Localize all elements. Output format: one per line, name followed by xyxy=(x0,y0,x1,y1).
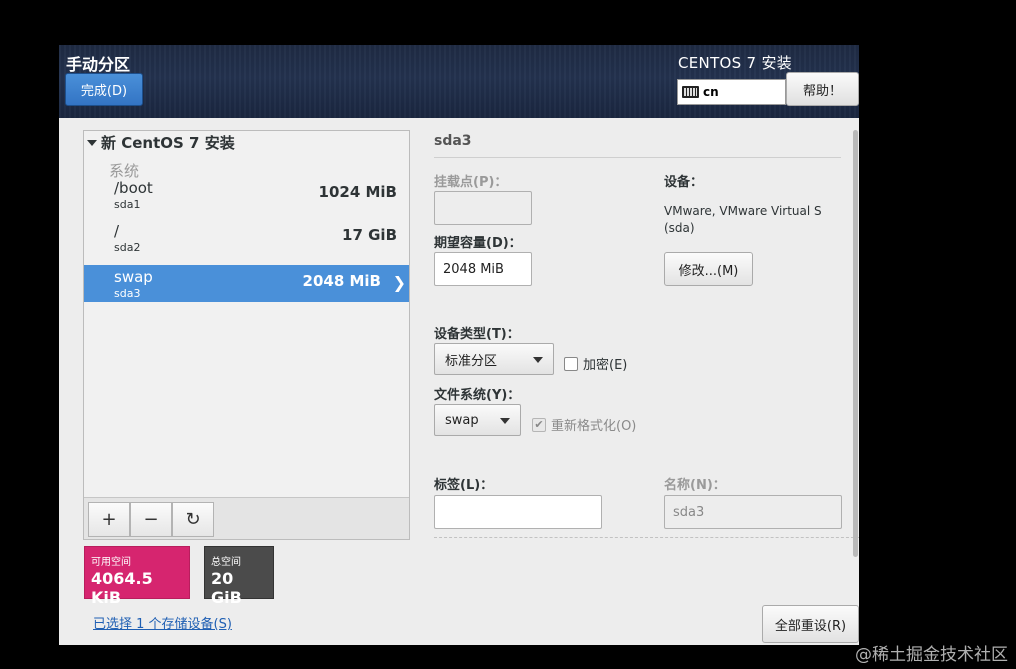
filesystem-dropdown[interactable]: swap xyxy=(434,404,521,436)
device-label: 设备： xyxy=(664,175,704,190)
name-field[interactable]: sda3 xyxy=(664,495,842,529)
desired-capacity-label: 期望容量(D)： xyxy=(434,236,522,251)
name-label: 名称(N)： xyxy=(664,478,726,493)
available-space-badge: 可用空间 4064.5 KiB xyxy=(84,546,190,607)
available-space-value: 4064.5 KiB xyxy=(91,569,153,607)
page-title: 手动分区 xyxy=(66,55,131,74)
keyboard-icon xyxy=(682,86,699,98)
installer-window: 手动分区 完成(D) CENTOS 7 安装 cn 帮助！ 新 CentOS 7… xyxy=(59,45,859,645)
device-type-dropdown[interactable]: 标准分区 xyxy=(434,343,554,375)
remove-partition-button[interactable]: − xyxy=(130,502,172,537)
desired-capacity-field[interactable]: 2048 MiB xyxy=(434,252,532,286)
add-partition-button[interactable]: + xyxy=(88,502,130,537)
mount-point-boot[interactable]: /boot sda1 1024 MiB xyxy=(84,176,409,213)
watermark: @稀土掘金技术社区 xyxy=(855,645,1008,665)
device-description: VMware, VMware Virtual S (sda) xyxy=(664,203,844,237)
divider xyxy=(434,537,859,538)
mount-point-name: swap xyxy=(114,268,153,286)
modify-button[interactable]: 修改...(M) xyxy=(664,252,753,286)
mount-point-device: sda3 xyxy=(114,287,141,300)
device-description-line: (sda) xyxy=(664,221,695,235)
mount-point-root[interactable]: / sda2 17 GiB xyxy=(84,219,409,256)
selected-storage-link[interactable]: 已选择 1 个存储设备(S) xyxy=(93,613,232,632)
checkmark-icon[interactable]: ✔ xyxy=(532,417,546,432)
partition-toolbar: + − ↻ xyxy=(84,497,409,539)
encrypt-label: 加密(E) xyxy=(583,358,628,373)
mount-point-device: sda2 xyxy=(114,241,141,254)
mount-point-label: 挂载点(P)： xyxy=(434,175,508,190)
mount-point-size: 2048 MiB xyxy=(302,272,381,290)
expand-triangle-icon[interactable] xyxy=(87,139,97,146)
reformat-checkbox[interactable]: ✔ 重新格式化(O) xyxy=(532,415,636,434)
reformat-label: 重新格式化(O) xyxy=(551,419,637,434)
install-tree-root-label: 新 CentOS 7 安装 xyxy=(101,134,235,152)
encrypt-checkbox[interactable]: 加密(E) xyxy=(564,354,627,373)
reset-all-button[interactable]: 全部重设(R) xyxy=(762,605,859,643)
mount-point-size: 1024 MiB xyxy=(318,183,397,201)
total-space-value: 20 GiB xyxy=(211,569,242,607)
chevron-right-icon: ❯ xyxy=(392,273,406,292)
filesystem-label: 文件系统(Y)： xyxy=(434,388,521,403)
keyboard-layout-label: cn xyxy=(703,85,719,99)
total-space-label: 总空间 xyxy=(211,557,241,568)
total-space-badge: 总空间 20 GiB xyxy=(204,546,274,607)
mount-point-name: /boot xyxy=(114,179,153,197)
device-type-label: 设备类型(T)： xyxy=(434,327,520,342)
chevron-down-icon xyxy=(533,357,543,363)
device-type-value: 标准分区 xyxy=(445,353,498,369)
mount-point-field[interactable] xyxy=(434,191,532,225)
mount-point-list: 新 CentOS 7 安装 系统 /boot sda1 1024 MiB / s… xyxy=(83,130,410,540)
help-button[interactable]: 帮助！ xyxy=(786,72,859,106)
product-title: CENTOS 7 安装 xyxy=(678,54,793,72)
divider xyxy=(434,157,841,158)
refresh-icon[interactable]: ↻ xyxy=(172,502,214,537)
detail-title: sda3 xyxy=(434,133,472,149)
mount-point-size: 17 GiB xyxy=(342,226,397,244)
detail-scrollbar[interactable] xyxy=(853,130,858,557)
done-button[interactable]: 完成(D) xyxy=(65,73,143,106)
chevron-down-icon xyxy=(500,418,510,424)
keyboard-layout-indicator[interactable]: cn xyxy=(677,79,786,105)
install-tree-root[interactable]: 新 CentOS 7 安装 xyxy=(87,132,235,153)
available-space-label: 可用空间 xyxy=(91,557,131,568)
device-description-line: VMware, VMware Virtual S xyxy=(664,204,822,218)
mount-point-name: / xyxy=(114,222,120,240)
tag-label: 标签(L)： xyxy=(434,478,494,493)
mount-point-device: sda1 xyxy=(114,198,141,211)
mount-point-swap[interactable]: swap sda3 2048 MiB ❯ xyxy=(84,265,409,302)
checkbox-icon[interactable] xyxy=(564,356,578,371)
filesystem-value: swap xyxy=(445,412,479,428)
tag-field[interactable] xyxy=(434,495,602,529)
header-bar: 手动分区 完成(D) CENTOS 7 安装 cn 帮助！ xyxy=(59,45,859,118)
